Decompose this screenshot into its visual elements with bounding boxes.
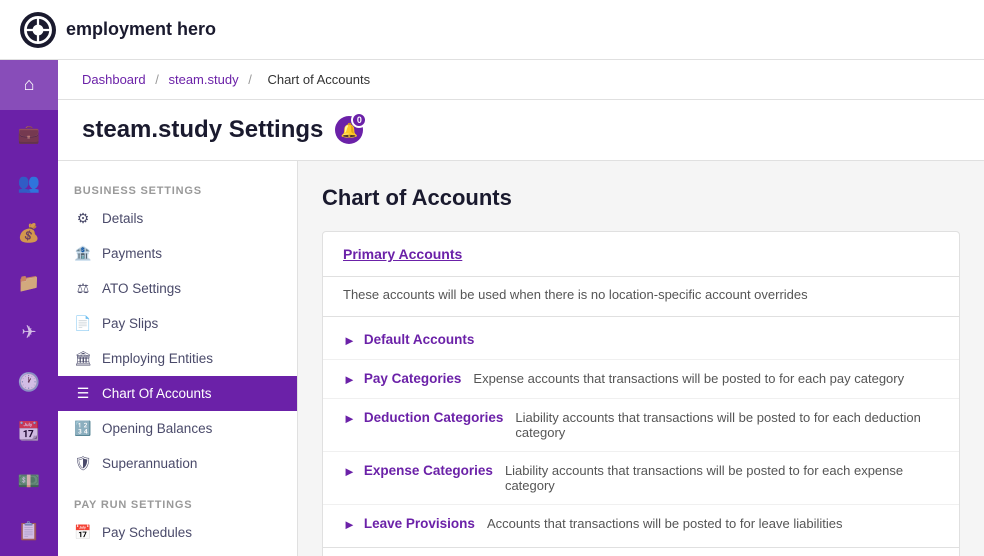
page-wrapper: Dashboard / steam.study / Chart of Accou… bbox=[58, 60, 984, 556]
sidebar-icon-briefcase[interactable]: 💼 bbox=[0, 110, 58, 160]
sidebar-icon-home[interactable]: ⌂ bbox=[0, 60, 58, 110]
accordion-paycats-label: Pay Categories bbox=[364, 371, 462, 386]
sidebar-icon-coin[interactable]: 💵 bbox=[0, 457, 58, 507]
main-layout: ⌂ 💼 👥 💰 📁 ✈ 🕐 📆 💵 📋 Dashboard / steam.st… bbox=[0, 60, 984, 556]
nav-item-super[interactable]: 🛡 Superannuation bbox=[58, 446, 297, 481]
accordion-deduction-label: Deduction Categories bbox=[364, 410, 504, 425]
nav-label-schedules: Pay Schedules bbox=[102, 525, 192, 540]
breadcrumb: Dashboard / steam.study / Chart of Accou… bbox=[58, 60, 984, 100]
business-section-label: BUSINESS SETTINGS bbox=[58, 177, 297, 201]
sidebar-icon-folder[interactable]: 📁 bbox=[0, 258, 58, 308]
notification-badge[interactable]: 🔔 0 bbox=[335, 116, 363, 144]
notification-count: 0 bbox=[351, 112, 367, 128]
breadcrumb-sep1: / bbox=[155, 72, 159, 87]
accordion-leave[interactable]: ► Leave Provisions Accounts that transac… bbox=[323, 505, 959, 543]
topbar: employment hero bbox=[0, 0, 984, 60]
chevron-deduction-icon: ► bbox=[343, 411, 356, 426]
nav-label-payments: Payments bbox=[102, 246, 162, 261]
nav-label-details: Details bbox=[102, 211, 143, 226]
page-title: steam.study Settings bbox=[82, 116, 323, 144]
accordion-paycats-desc: Expense accounts that transactions will … bbox=[473, 371, 904, 386]
sidebar-icon-people[interactable]: 👥 bbox=[0, 159, 58, 209]
ato-icon: ⚖ bbox=[74, 280, 92, 297]
sidebar-icon-money[interactable]: 💰 bbox=[0, 209, 58, 259]
accordion-expense[interactable]: ► Expense Categories Liability accounts … bbox=[323, 452, 959, 505]
super-icon: 🛡 bbox=[74, 455, 92, 472]
breadcrumb-org[interactable]: steam.study bbox=[168, 72, 238, 87]
chevron-default-icon: ► bbox=[343, 333, 356, 348]
icon-sidebar: ⌂ 💼 👥 💰 📁 ✈ 🕐 📆 💵 📋 bbox=[0, 60, 58, 556]
panel-title: Chart of Accounts bbox=[322, 185, 960, 211]
nav-item-employing[interactable]: 🏛 Employing Entities bbox=[58, 341, 297, 376]
accordion-default[interactable]: ► Default Accounts bbox=[323, 321, 959, 360]
accordion-list: ► Default Accounts ► Pay Categories Expe… bbox=[323, 317, 959, 547]
employing-icon: 🏛 bbox=[74, 350, 92, 367]
chart-icon: ☰ bbox=[74, 385, 92, 402]
accordion-leave-label: Leave Provisions bbox=[364, 516, 475, 531]
main-panel: Chart of Accounts Primary Accounts These… bbox=[298, 161, 984, 556]
page-content: BUSINESS SETTINGS ⚙ Details 🏦 Payments ⚖… bbox=[58, 161, 984, 556]
accordion-default-label: Default Accounts bbox=[364, 332, 475, 347]
sidebar-icon-calendar[interactable]: 📆 bbox=[0, 407, 58, 457]
logo-text: employment hero bbox=[66, 19, 216, 40]
sidebar-icon-clipboard[interactable]: 📋 bbox=[0, 506, 58, 556]
nav-item-payslips[interactable]: 📄 Pay Slips bbox=[58, 306, 297, 341]
accordion-deduction-desc: Liability accounts that transactions wil… bbox=[515, 410, 939, 440]
nav-item-details[interactable]: ⚙ Details bbox=[58, 201, 297, 236]
section-subtext: These accounts will be used when there i… bbox=[323, 277, 959, 317]
sidebar-icon-plane[interactable]: ✈ bbox=[0, 308, 58, 358]
nav-label-chart: Chart Of Accounts bbox=[102, 386, 212, 401]
nav-label-super: Superannuation bbox=[102, 456, 197, 471]
accordion-paycats[interactable]: ► Pay Categories Expense accounts that t… bbox=[323, 360, 959, 399]
logo-icon bbox=[20, 12, 56, 48]
left-nav: BUSINESS SETTINGS ⚙ Details 🏦 Payments ⚖… bbox=[58, 161, 298, 556]
nav-label-employing: Employing Entities bbox=[102, 351, 213, 366]
nav-item-schedules[interactable]: 📅 Pay Schedules bbox=[58, 515, 297, 550]
section-header: Primary Accounts bbox=[323, 232, 959, 277]
details-icon: ⚙ bbox=[74, 210, 92, 227]
opening-icon: 🔢 bbox=[74, 420, 92, 437]
chevron-expense-icon: ► bbox=[343, 464, 356, 479]
nav-item-payments[interactable]: 🏦 Payments bbox=[58, 236, 297, 271]
schedules-icon: 📅 bbox=[74, 524, 92, 541]
nav-item-opening[interactable]: 🔢 Opening Balances bbox=[58, 411, 297, 446]
pay-run-section-label: PAY RUN SETTINGS bbox=[58, 491, 297, 515]
nav-item-ato[interactable]: ⚖ ATO Settings bbox=[58, 271, 297, 306]
accordion-expense-label: Expense Categories bbox=[364, 463, 493, 478]
action-bar: Save Cancel bbox=[323, 547, 959, 556]
payslips-icon: 📄 bbox=[74, 315, 92, 332]
nav-label-payslips: Pay Slips bbox=[102, 316, 158, 331]
chevron-paycats-icon: ► bbox=[343, 372, 356, 387]
breadcrumb-sep2: / bbox=[248, 72, 252, 87]
primary-accounts-link[interactable]: Primary Accounts bbox=[343, 246, 462, 262]
accordion-expense-desc: Liability accounts that transactions wil… bbox=[505, 463, 939, 493]
payments-icon: 🏦 bbox=[74, 245, 92, 262]
nav-label-opening: Opening Balances bbox=[102, 421, 212, 436]
nav-item-chart[interactable]: ☰ Chart Of Accounts bbox=[58, 376, 297, 411]
chevron-leave-icon: ► bbox=[343, 517, 356, 532]
nav-label-ato: ATO Settings bbox=[102, 281, 181, 296]
nav-item-locations[interactable]: 🌐 Locations bbox=[58, 550, 297, 556]
accordion-deduction[interactable]: ► Deduction Categories Liability account… bbox=[323, 399, 959, 452]
sidebar-icon-clock[interactable]: 🕐 bbox=[0, 358, 58, 408]
accordion-leave-desc: Accounts that transactions will be poste… bbox=[487, 516, 843, 531]
logo-area: employment hero bbox=[20, 12, 216, 48]
section-card: Primary Accounts These accounts will be … bbox=[322, 231, 960, 556]
breadcrumb-dashboard[interactable]: Dashboard bbox=[82, 72, 146, 87]
settings-header: steam.study Settings 🔔 0 bbox=[58, 100, 984, 161]
breadcrumb-current: Chart of Accounts bbox=[267, 72, 370, 87]
